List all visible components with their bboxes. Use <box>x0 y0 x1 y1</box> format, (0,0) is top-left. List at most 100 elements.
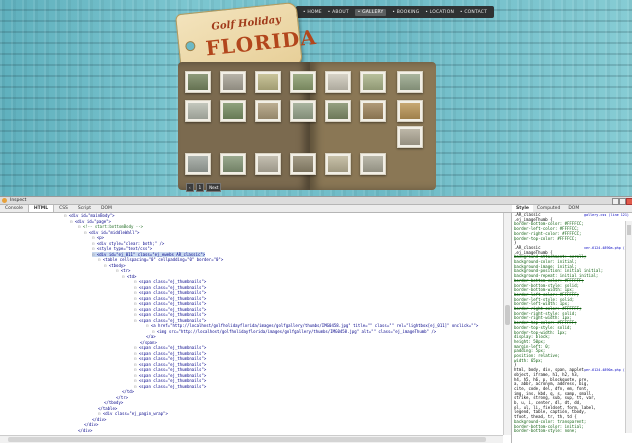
html-node-line[interactable]: ⊟ <span class="ej_thumbnails"> <box>134 296 206 301</box>
html-node-line[interactable]: ⊟ <style type="text/css"> <box>92 246 152 251</box>
html-node-line[interactable]: </table> <box>98 406 117 411</box>
html-node-line[interactable]: </div> <box>92 417 106 422</box>
html-node-line[interactable]: ⊟ <span class="ej_thumbnails"> <box>134 312 206 317</box>
gallery-thumbnail[interactable] <box>255 71 281 93</box>
gallery-thumbnail[interactable] <box>220 100 246 122</box>
html-node-text: <span class="ej_thumbnails"> <box>138 317 207 323</box>
html-node-text: <span class="ej_thumbnails"> <box>138 378 207 383</box>
side-tab-style[interactable]: Style <box>512 205 533 212</box>
html-node-text: <span class="ej_thumbnails"> <box>138 295 207 301</box>
html-node-line[interactable]: </tr> <box>116 395 128 400</box>
tab-script[interactable]: Script <box>73 205 96 212</box>
css-rule-line[interactable]: border-bottom-style: none; <box>514 428 577 434</box>
html-node-line[interactable]: ⊟ <span class="ej_thumbnails"> <box>134 307 206 312</box>
gallery-thumbnail[interactable] <box>255 100 281 122</box>
gallery-thumbnail[interactable] <box>325 71 351 93</box>
html-node-line[interactable]: </a> <box>146 334 156 339</box>
minimize-icon[interactable] <box>612 198 619 205</box>
html-node-line[interactable]: ⊟ <a href="http://localhost/golfholidayf… <box>146 323 478 328</box>
gallery-thumbnail[interactable] <box>290 153 316 175</box>
gallery-thumbnail[interactable] <box>325 153 351 175</box>
html-node-line[interactable]: ⊟ <span class="ej_thumbnails"> <box>134 290 206 295</box>
css-source-link[interactable]: gallery.css (line 121) <box>584 213 629 218</box>
tab-console[interactable]: Console <box>0 205 28 212</box>
gallery-thumbnail[interactable] <box>325 100 351 122</box>
html-vertical-scrollbar[interactable] <box>503 213 511 435</box>
html-node-text: </div> <box>78 427 93 433</box>
html-node-line[interactable]: </tbody> <box>104 400 123 405</box>
html-node-line[interactable]: ⊟ <div style="clear: both;" /> <box>92 241 164 246</box>
html-node-line[interactable]: </span> <box>140 340 157 345</box>
scroll-thumb[interactable] <box>8 437 486 442</box>
html-node-line[interactable]: ⊟ <div id="mainBody"> <box>64 213 115 218</box>
scroll-thumb[interactable] <box>505 305 510 325</box>
side-tab-dom[interactable]: DOM <box>564 205 583 212</box>
tab-css[interactable]: CSS <box>54 205 73 212</box>
close-icon[interactable] <box>626 198 632 205</box>
html-node-line[interactable]: ⊟ <span class="ej_thumbnails"> <box>134 384 206 389</box>
html-node-line[interactable]: ⊟ <div id="middleWall"> <box>84 230 139 235</box>
html-node-line[interactable]: ⊟ <!-- start:bottomBody --> <box>78 224 143 229</box>
gallery-thumbnail[interactable] <box>185 153 211 175</box>
html-node-line[interactable]: ⊟ <span class="ej_thumbnails"> <box>134 318 206 323</box>
nav-item-contact[interactable]: • CONTACT <box>460 10 487 15</box>
pager-item[interactable]: ‹ <box>186 183 194 192</box>
gallery-thumbnail[interactable] <box>397 126 423 148</box>
pager-item[interactable]: 1 <box>195 183 205 192</box>
html-node-line[interactable]: ⊟ <div id="ej_011" class="ej_ewebs AR_cl… <box>92 251 206 257</box>
gallery-thumbnail[interactable] <box>290 71 316 93</box>
html-node-line[interactable]: </td> <box>122 389 134 394</box>
html-node-line[interactable]: ⊟ <span class="ej_thumbnails"> <box>134 345 206 350</box>
side-tab-computed[interactable]: Computed <box>533 205 564 212</box>
css-rule-line[interactable]: border-top-color: #FFFFCC; <box>514 236 577 242</box>
nav-item-gallery[interactable]: • GALLERY <box>354 8 387 16</box>
html-node-line[interactable]: ⊟ <span class="ej_thumbnails"> <box>134 301 206 306</box>
gallery-thumbnail[interactable] <box>397 100 423 122</box>
nav-item-about[interactable]: • ABOUT <box>328 10 349 15</box>
html-node-line[interactable]: ⊟ <p> <box>92 235 104 240</box>
html-node-text: <span class="ej_thumbnails"> <box>138 312 207 317</box>
gallery-thumbnail[interactable] <box>185 100 211 122</box>
thumbnail-image <box>363 74 383 90</box>
gallery-thumbnail[interactable] <box>185 71 211 93</box>
nav-item-home[interactable]: • HOME <box>303 10 322 15</box>
html-node-text: <span class="ej_thumbnails"> <box>138 279 207 284</box>
html-node-line[interactable]: ⊟ <span class="ej_thumbnails"> <box>134 378 206 383</box>
maximize-icon[interactable] <box>619 198 626 205</box>
style-vertical-scrollbar[interactable] <box>625 221 632 433</box>
tab-dom[interactable]: DOM <box>96 205 117 212</box>
html-node-line[interactable]: </div> <box>78 428 92 433</box>
html-node-line[interactable]: ⊟ <td> <box>122 274 136 279</box>
gallery-thumbnail[interactable] <box>220 71 246 93</box>
nav-item-location[interactable]: • LOCATION <box>425 10 454 15</box>
html-node-line[interactable]: ⊟ <tr> <box>116 268 130 273</box>
gallery-thumbnail[interactable] <box>255 153 281 175</box>
scroll-thumb[interactable] <box>627 225 631 235</box>
html-node-line[interactable]: ⊟ <span class="ej_thumbnails"> <box>134 373 206 378</box>
thumbnail-image <box>363 103 383 119</box>
html-node-line[interactable]: ⊟ <span class="ej_thumbnails"> <box>134 362 206 367</box>
html-node-line[interactable]: </div> <box>84 422 98 427</box>
gallery-thumbnail[interactable] <box>360 100 386 122</box>
html-node-line[interactable]: ⊟ <tbody> <box>104 263 126 268</box>
gallery-thumbnail[interactable] <box>360 71 386 93</box>
gallery-thumbnail[interactable] <box>220 153 246 175</box>
gallery-thumbnail[interactable] <box>397 71 423 93</box>
thumbnail-image <box>293 103 313 119</box>
html-node-line[interactable]: ⊟ <img src="http://localhost/golfholiday… <box>152 329 436 334</box>
html-node-line[interactable]: ⊟ <div class="ej_pagin_wrap"> <box>98 411 168 416</box>
html-node-line[interactable]: ⊟ <table cellspacing="0" cellpadding="0"… <box>98 257 223 262</box>
gallery-thumbnail[interactable] <box>360 153 386 175</box>
html-node-line[interactable]: ⊟ <span class="ej_thumbnails"> <box>134 351 206 356</box>
css-rule-line[interactable]: width: 65px; <box>514 358 543 364</box>
gallery-thumbnail[interactable] <box>290 100 316 122</box>
html-node-line[interactable]: ⊟ <span class="ej_thumbnails"> <box>134 279 206 284</box>
html-node-line[interactable]: ⊟ <span class="ej_thumbnails"> <box>134 367 206 372</box>
html-node-line[interactable]: ⊟ <div id="page"> <box>70 219 111 224</box>
tab-html[interactable]: HTML <box>27 205 55 212</box>
pager-item[interactable]: Next <box>206 183 222 192</box>
html-node-line[interactable]: ⊟ <span class="ej_thumbnails"> <box>134 356 206 361</box>
nav-item-booking[interactable]: • BOOKING <box>392 10 419 15</box>
html-node-text: </tr> <box>116 394 129 400</box>
html-node-line[interactable]: ⊟ <span class="ej_thumbnails"> <box>134 285 206 290</box>
